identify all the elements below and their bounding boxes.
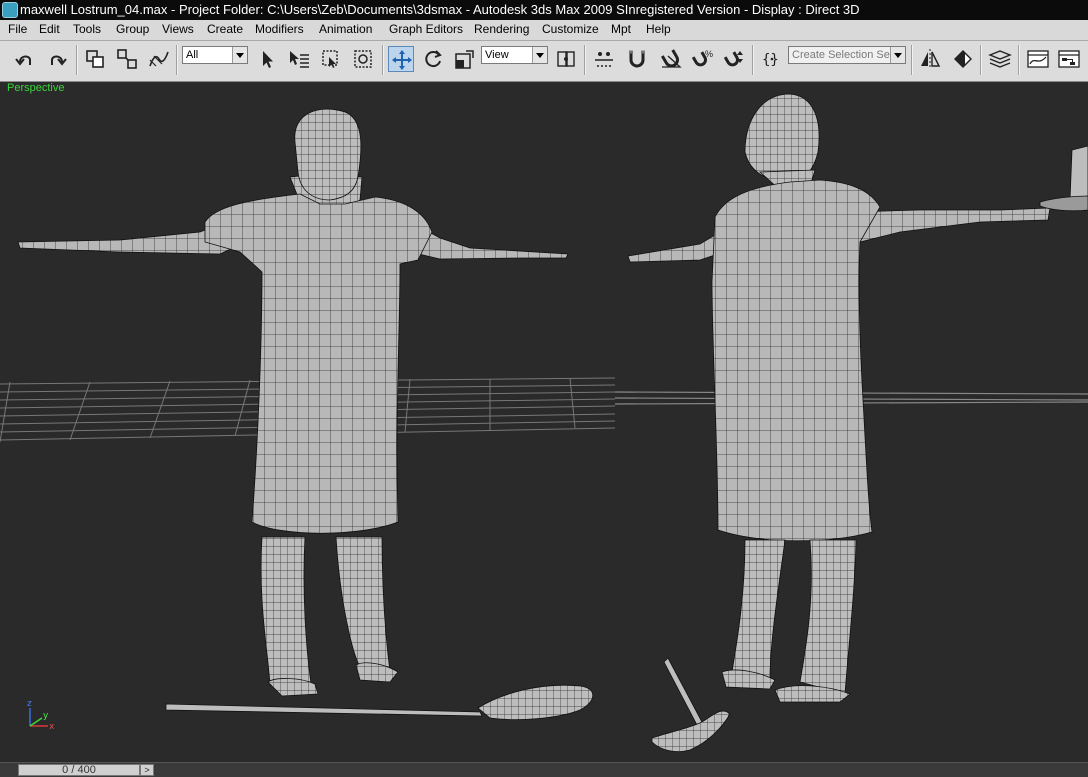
character-mesh-front: [17, 108, 569, 697]
partial-object-right-edge: [1039, 145, 1088, 212]
link-icon: [86, 50, 104, 68]
selection-filter-value: All: [186, 49, 199, 61]
svg-text:%: %: [705, 49, 713, 59]
bind-to-space-warp-button[interactable]: [146, 46, 172, 72]
mirror-button[interactable]: [917, 46, 943, 72]
menu-tools[interactable]: Tools: [71, 22, 103, 36]
spinner-snap-toggle-button[interactable]: [722, 46, 748, 72]
reference-coordinate-dropdown[interactable]: View: [481, 46, 548, 64]
select-and-rotate-button[interactable]: [420, 46, 446, 72]
named-selection-sets-dropdown[interactable]: Create Selection Se: [788, 46, 906, 64]
time-bar: 0 / 400 >: [0, 762, 1088, 777]
chevron-down-icon: [532, 47, 547, 63]
menu-modifiers[interactable]: Modifiers: [253, 22, 306, 36]
schematic-view-icon: [1058, 50, 1080, 68]
reference-coordinate-value: View: [485, 49, 509, 61]
spear-mesh: [165, 684, 594, 720]
next-frame-button[interactable]: >: [140, 764, 154, 776]
edit-named-selection-button[interactable]: {}: [759, 46, 785, 72]
pivot-point-button[interactable]: [553, 46, 579, 72]
cursor-arrow-icon: [263, 51, 273, 68]
select-by-name-icon: [290, 51, 309, 68]
snaps-toggle-button[interactable]: [624, 46, 650, 72]
menu-help[interactable]: Help: [644, 22, 673, 36]
mirror-icon: [921, 49, 941, 69]
pickaxe-mesh: [651, 657, 731, 752]
chevron-down-icon: [890, 47, 905, 63]
named-selection-sets-placeholder: Create Selection Se: [792, 49, 890, 61]
named-selection-braces-icon: {}: [762, 52, 779, 68]
curve-editor-button[interactable]: [1025, 46, 1051, 72]
select-object-button[interactable]: [254, 46, 280, 72]
title-bar: maxwell Lostrum_04.max - Project Folder:…: [0, 0, 1088, 20]
axis-z-label: z: [27, 699, 32, 709]
unlink-selection-button[interactable]: [114, 46, 140, 72]
svg-text:{}: {}: [762, 52, 779, 68]
menu-animation[interactable]: Animation: [317, 22, 374, 36]
menu-bar: File Edit Tools Group Views Create Modif…: [0, 20, 1088, 41]
axis-y-label: y: [43, 711, 49, 721]
rotate-icon: [425, 50, 442, 68]
chevron-down-icon: [232, 47, 247, 63]
space-warp-icon: [149, 51, 169, 67]
main-toolbar: All View % {} Create Selection Se: [0, 41, 1088, 82]
schematic-view-button[interactable]: [1056, 46, 1082, 72]
curve-editor-icon: [1027, 50, 1049, 68]
unlink-icon: [117, 49, 137, 69]
rectangle-region-icon: [322, 50, 338, 68]
pivot-center-icon: [557, 51, 575, 67]
viewport-label[interactable]: Perspective: [7, 82, 64, 94]
axis-tripod-icon: z x y: [27, 699, 55, 732]
axis-x-label: x: [49, 722, 55, 732]
scale-icon: [455, 50, 474, 69]
redo-button[interactable]: [44, 46, 70, 72]
align-button[interactable]: [950, 46, 976, 72]
redo-icon: [51, 55, 67, 66]
magnet-icon: [629, 50, 645, 68]
window-crossing-button[interactable]: [350, 46, 376, 72]
select-and-move-button[interactable]: [388, 46, 414, 72]
perspective-viewport[interactable]: Perspective z x y: [0, 82, 1088, 762]
angle-snap-icon: [661, 49, 682, 68]
align-icon: [954, 50, 972, 68]
menu-edit[interactable]: Edit: [37, 22, 62, 36]
select-and-scale-button[interactable]: [452, 46, 478, 72]
percent-snap-icon: %: [691, 49, 713, 67]
app-icon[interactable]: [2, 2, 18, 18]
menu-views[interactable]: Views: [160, 22, 196, 36]
undo-icon: [15, 55, 31, 66]
time-slider[interactable]: 0 / 400: [18, 764, 140, 776]
menu-file[interactable]: File: [6, 22, 29, 36]
layers-icon: [988, 50, 1012, 68]
spinner-snap-icon: [723, 51, 743, 67]
viewport-scene: [0, 93, 1088, 752]
region-selection-button[interactable]: [318, 46, 344, 72]
select-and-manipulate-button[interactable]: [591, 46, 617, 72]
menu-group[interactable]: Group: [114, 22, 151, 36]
undo-button[interactable]: [12, 46, 38, 72]
move-icon: [392, 50, 412, 70]
percent-snap-toggle-button[interactable]: %: [690, 46, 716, 72]
layer-manager-button[interactable]: [987, 46, 1013, 72]
window-crossing-icon: [354, 50, 372, 68]
selection-filter-dropdown[interactable]: All: [182, 46, 248, 64]
select-and-link-button[interactable]: [82, 46, 108, 72]
menu-rendering[interactable]: Rendering: [472, 22, 531, 36]
menu-graph-editors[interactable]: Graph Editors: [387, 22, 465, 36]
menu-maxscript[interactable]: Mpt: [609, 22, 633, 36]
select-by-name-button[interactable]: [286, 46, 312, 72]
menu-create[interactable]: Create: [205, 22, 245, 36]
menu-customize[interactable]: Customize: [540, 22, 601, 36]
window-title: maxwell Lostrum_04.max - Project Folder:…: [20, 2, 860, 17]
angle-snap-toggle-button[interactable]: [658, 46, 684, 72]
manipulate-icon: [595, 52, 613, 67]
